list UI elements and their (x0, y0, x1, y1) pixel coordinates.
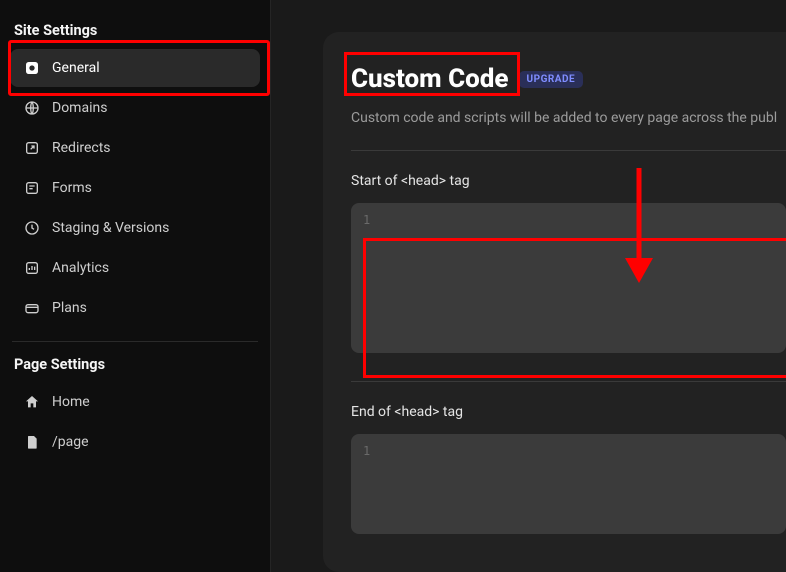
sidebar: Site Settings General Domains Redirects … (0, 0, 271, 572)
sidebar-item-label: Plans (52, 300, 87, 316)
divider (351, 150, 786, 151)
head-end-editor[interactable]: 1 (351, 434, 786, 534)
sidebar-item-label: General (52, 60, 100, 76)
divider (351, 381, 786, 382)
sidebar-item-page[interactable]: /page (10, 423, 260, 461)
sidebar-item-label: Staging & Versions (52, 220, 169, 236)
sidebar-item-label: /page (52, 434, 89, 450)
card-icon (22, 298, 42, 318)
sidebar-item-forms[interactable]: Forms (10, 169, 260, 207)
head-start-editor[interactable]: 1 (351, 203, 786, 353)
head-end-label: End of <head> tag (351, 404, 786, 420)
chart-icon (22, 258, 42, 278)
sidebar-item-staging-versions[interactable]: Staging & Versions (10, 209, 260, 247)
page-settings-heading: Page Settings (10, 356, 260, 383)
sidebar-item-plans[interactable]: Plans (10, 289, 260, 327)
file-icon (22, 432, 42, 452)
site-settings-heading: Site Settings (10, 22, 260, 49)
settings-panel: Custom Code UPGRADE Custom code and scri… (323, 32, 786, 572)
head-start-label: Start of <head> tag (351, 173, 786, 189)
line-number: 1 (363, 213, 370, 227)
subtitle: Custom code and scripts will be added to… (351, 110, 786, 126)
sidebar-item-general[interactable]: General (10, 49, 260, 87)
sidebar-item-label: Domains (52, 100, 107, 116)
sidebar-item-label: Analytics (52, 260, 109, 276)
sidebar-item-redirects[interactable]: Redirects (10, 129, 260, 167)
arrow-out-icon (22, 138, 42, 158)
clock-icon (22, 218, 42, 238)
globe-icon (22, 98, 42, 118)
page-title: Custom Code (351, 64, 509, 94)
sidebar-item-label: Home (52, 394, 90, 410)
form-icon (22, 178, 42, 198)
sidebar-item-home[interactable]: Home (10, 383, 260, 421)
gear-icon (22, 58, 42, 78)
upgrade-badge[interactable]: UPGRADE (519, 71, 584, 88)
divider (12, 341, 258, 342)
sidebar-item-domains[interactable]: Domains (10, 89, 260, 127)
sidebar-item-label: Redirects (52, 140, 111, 156)
home-icon (22, 392, 42, 412)
main-area: Custom Code UPGRADE Custom code and scri… (271, 0, 786, 572)
line-number: 1 (363, 444, 370, 458)
sidebar-item-analytics[interactable]: Analytics (10, 249, 260, 287)
sidebar-item-label: Forms (52, 180, 92, 196)
